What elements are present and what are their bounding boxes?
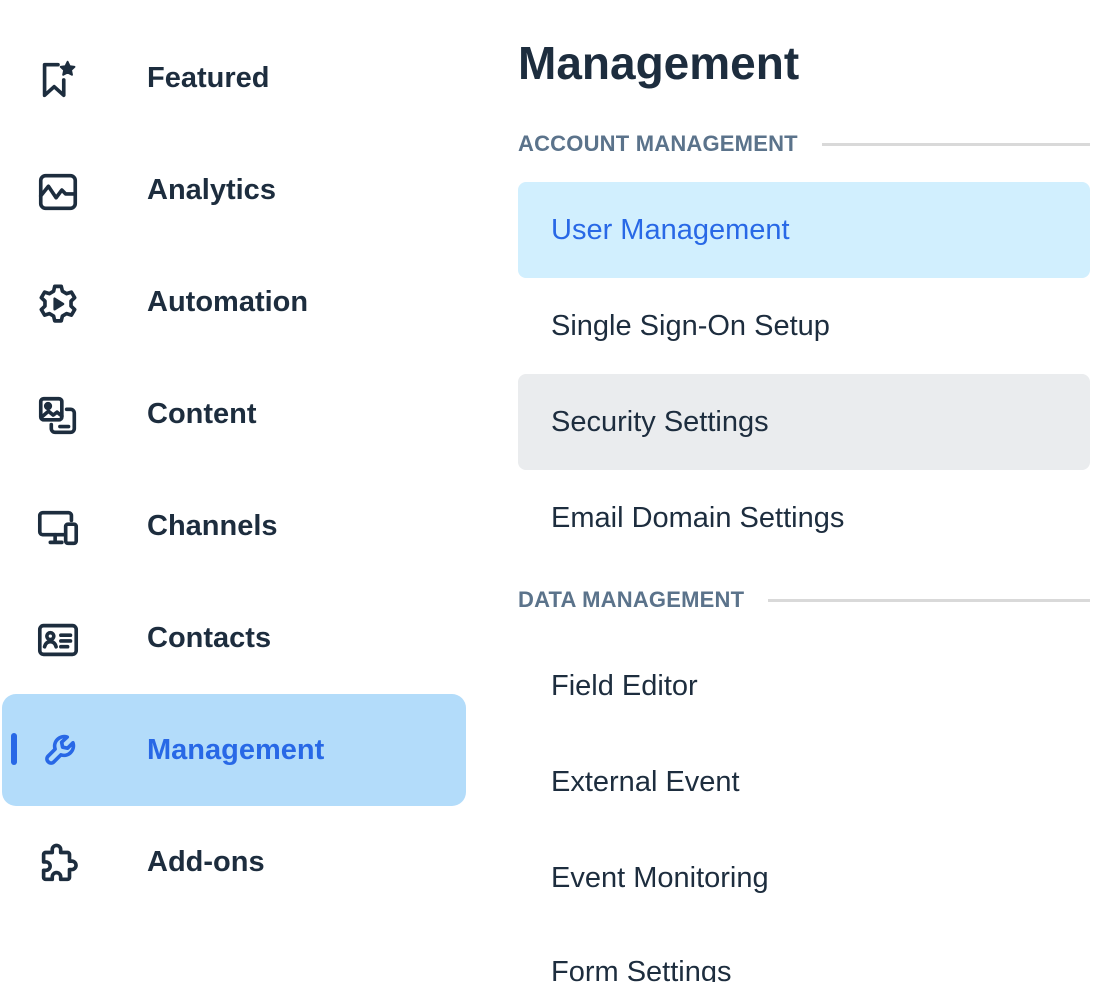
images-icon (34, 392, 82, 440)
nav-item-label: Management (147, 734, 325, 766)
menu-item-label: Field Editor (551, 670, 698, 702)
menu-item-user-management[interactable]: User Management (518, 182, 1090, 278)
nav-item-analytics[interactable]: Analytics (0, 134, 470, 246)
section-header-account-management: ACCOUNT MANAGEMENT (518, 129, 1090, 159)
page-title: Management (518, 37, 800, 89)
gear-play-icon (34, 280, 82, 328)
monitor-phone-icon (34, 504, 82, 552)
side-nav: Featured Analytics Automation Content Ch… (0, 22, 470, 918)
nav-item-label: Content (147, 398, 257, 430)
bookmark-star-icon (34, 56, 82, 104)
menu-item-event-monitoring[interactable]: Event Monitoring (518, 830, 1090, 926)
line-chart-icon (34, 168, 82, 216)
section-header-label: DATA MANAGEMENT (518, 587, 745, 612)
nav-item-label: Automation (147, 286, 309, 318)
nav-item-label: Channels (147, 510, 278, 542)
wrench-icon (34, 728, 82, 776)
app: Featured Analytics Automation Content Ch… (0, 0, 1120, 982)
nav-item-featured[interactable]: Featured (0, 22, 470, 134)
menu-item-external-event[interactable]: External Event (518, 734, 1090, 830)
menu-item-label: Email Domain Settings (551, 502, 845, 534)
menu-item-field-editor[interactable]: Field Editor (518, 638, 1090, 734)
nav-item-management[interactable]: Management (0, 694, 470, 806)
menu-item-label: User Management (551, 214, 790, 246)
menu-item-label: Security Settings (551, 406, 769, 438)
nav-item-label: Featured (147, 62, 270, 94)
nav-item-label: Add-ons (147, 846, 265, 878)
nav-item-channels[interactable]: Channels (0, 470, 470, 582)
menu-item-label: Event Monitoring (551, 862, 769, 894)
puzzle-icon (34, 840, 82, 888)
menu-item-label: Form Settings (551, 956, 732, 982)
menu-item-single-sign-on-setup[interactable]: Single Sign-On Setup (518, 278, 1090, 374)
menu-item-email-domain-settings[interactable]: Email Domain Settings (518, 470, 1090, 566)
section-divider (821, 142, 1090, 146)
section-divider (768, 598, 1090, 602)
nav-item-add-ons[interactable]: Add-ons (0, 806, 470, 918)
section-header-label: ACCOUNT MANAGEMENT (518, 131, 798, 156)
contact-card-icon (34, 616, 82, 664)
nav-item-content[interactable]: Content (0, 358, 470, 470)
nav-item-automation[interactable]: Automation (0, 246, 470, 358)
section-header-data-management: DATA MANAGEMENT (518, 585, 1090, 615)
menu-item-label: External Event (551, 766, 740, 798)
nav-item-contacts[interactable]: Contacts (0, 582, 470, 694)
active-indicator (11, 733, 17, 765)
menu-item-label: Single Sign-On Setup (551, 310, 830, 342)
menu-item-security-settings[interactable]: Security Settings (518, 374, 1090, 470)
nav-item-label: Analytics (147, 174, 276, 206)
menu-item-form-settings[interactable]: Form Settings (518, 924, 1090, 982)
nav-item-label: Contacts (147, 622, 272, 654)
